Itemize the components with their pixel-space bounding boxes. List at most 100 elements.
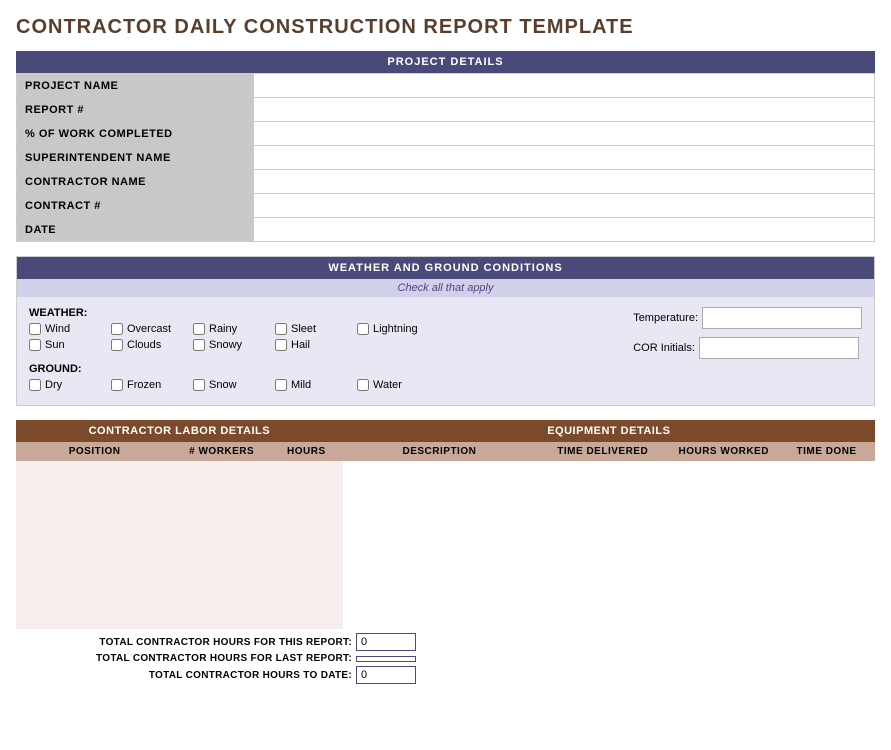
- labor-workers-cell[interactable]: [173, 533, 270, 557]
- temperature-input[interactable]: [702, 307, 862, 329]
- equip-worked-cell[interactable]: [669, 485, 778, 509]
- col-time-delivered: TIME DELIVERED: [536, 442, 669, 461]
- weather-item[interactable]: Clouds: [111, 339, 181, 351]
- weather-checkbox[interactable]: [111, 379, 123, 391]
- weather-item[interactable]: Sleet: [275, 323, 345, 335]
- project-field-value[interactable]: [254, 170, 875, 194]
- labor-workers-cell[interactable]: [173, 581, 270, 605]
- weather-checkbox[interactable]: [29, 323, 41, 335]
- labor-hours-cell[interactable]: [270, 557, 343, 581]
- project-field-value[interactable]: [254, 122, 875, 146]
- equip-desc-cell[interactable]: [343, 533, 537, 557]
- labor-position-cell[interactable]: [16, 533, 173, 557]
- equip-delivered-cell[interactable]: [536, 533, 669, 557]
- labor-position-cell[interactable]: [16, 509, 173, 533]
- table-row: [16, 509, 875, 533]
- equip-worked-cell[interactable]: [669, 557, 778, 581]
- labor-hours-cell[interactable]: [270, 581, 343, 605]
- equip-delivered-cell[interactable]: [536, 509, 669, 533]
- equip-done-cell[interactable]: [778, 509, 875, 533]
- equip-done-cell[interactable]: [778, 461, 875, 485]
- equip-delivered-cell[interactable]: [536, 485, 669, 509]
- equip-done-cell[interactable]: [778, 581, 875, 605]
- weather-checkbox[interactable]: [29, 339, 41, 351]
- labor-hours-cell[interactable]: [270, 509, 343, 533]
- equip-done-cell[interactable]: [778, 533, 875, 557]
- weather-item[interactable]: Mild: [275, 379, 345, 391]
- weather-item[interactable]: Frozen: [111, 379, 181, 391]
- totals-row: TOTAL CONTRACTOR HOURS FOR LAST REPORT:: [16, 653, 416, 664]
- labor-workers-cell[interactable]: [173, 605, 270, 629]
- weather-checkbox[interactable]: [357, 323, 369, 335]
- weather-option-label: Rainy: [209, 323, 237, 335]
- equip-done-cell[interactable]: [778, 485, 875, 509]
- labor-workers-cell[interactable]: [173, 485, 270, 509]
- labor-position-cell[interactable]: [16, 485, 173, 509]
- labor-hours-cell[interactable]: [270, 533, 343, 557]
- weather-checkbox[interactable]: [111, 323, 123, 335]
- cor-label: COR Initials:: [633, 342, 695, 354]
- weather-section: WEATHER AND GROUND CONDITIONS Check all …: [16, 256, 875, 406]
- labor-position-cell[interactable]: [16, 461, 173, 485]
- project-row: DATE: [17, 218, 875, 242]
- weather-checkbox[interactable]: [193, 339, 205, 351]
- weather-item[interactable]: Rainy: [193, 323, 263, 335]
- cor-initials-input[interactable]: [699, 337, 859, 359]
- project-row: CONTRACTOR NAME: [17, 170, 875, 194]
- labor-workers-cell[interactable]: [173, 509, 270, 533]
- weather-checkbox[interactable]: [111, 339, 123, 351]
- project-field-value[interactable]: [254, 194, 875, 218]
- weather-checkbox[interactable]: [275, 339, 287, 351]
- equip-done-cell[interactable]: [778, 605, 875, 629]
- labor-hours-cell[interactable]: [270, 461, 343, 485]
- equip-desc-cell[interactable]: [343, 557, 537, 581]
- weather-item[interactable]: Snow: [193, 379, 263, 391]
- weather-checkbox[interactable]: [275, 323, 287, 335]
- labor-position-cell[interactable]: [16, 605, 173, 629]
- weather-item[interactable]: Snowy: [193, 339, 263, 351]
- project-field-value[interactable]: [254, 98, 875, 122]
- project-field-value[interactable]: [254, 146, 875, 170]
- weather-checkbox[interactable]: [357, 379, 369, 391]
- project-details-header: PROJECT DETAILS: [16, 51, 875, 73]
- labor-workers-cell[interactable]: [173, 557, 270, 581]
- equip-delivered-cell[interactable]: [536, 461, 669, 485]
- equip-desc-cell[interactable]: [343, 485, 537, 509]
- equip-worked-cell[interactable]: [669, 581, 778, 605]
- weather-option-label: Sleet: [291, 323, 316, 335]
- weather-item[interactable]: Wind: [29, 323, 99, 335]
- equip-worked-cell[interactable]: [669, 509, 778, 533]
- ground-row: Dry Frozen Snow Mild Water: [29, 379, 633, 391]
- table-row: [16, 557, 875, 581]
- equip-desc-cell[interactable]: [343, 461, 537, 485]
- weather-item[interactable]: Dry: [29, 379, 99, 391]
- project-field-value[interactable]: [254, 74, 875, 98]
- equip-worked-cell[interactable]: [669, 533, 778, 557]
- weather-checkbox[interactable]: [193, 379, 205, 391]
- equip-done-cell[interactable]: [778, 557, 875, 581]
- weather-item[interactable]: Hail: [275, 339, 345, 351]
- weather-item[interactable]: Lightning: [357, 323, 427, 335]
- weather-item[interactable]: Water: [357, 379, 427, 391]
- labor-workers-cell[interactable]: [173, 461, 270, 485]
- weather-checkbox[interactable]: [275, 379, 287, 391]
- equip-desc-cell[interactable]: [343, 605, 537, 629]
- equip-desc-cell[interactable]: [343, 509, 537, 533]
- labor-hours-cell[interactable]: [270, 485, 343, 509]
- weather-item[interactable]: Overcast: [111, 323, 181, 335]
- equip-delivered-cell[interactable]: [536, 605, 669, 629]
- equip-worked-cell[interactable]: [669, 605, 778, 629]
- project-field-value[interactable]: [254, 218, 875, 242]
- labor-position-cell[interactable]: [16, 581, 173, 605]
- equip-delivered-cell[interactable]: [536, 581, 669, 605]
- weather-checkbox[interactable]: [193, 323, 205, 335]
- labor-position-cell[interactable]: [16, 557, 173, 581]
- labor-hours-cell[interactable]: [270, 605, 343, 629]
- weather-checkbox[interactable]: [29, 379, 41, 391]
- equipment-header: EQUIPMENT DETAILS: [343, 420, 875, 442]
- weather-row-1: Wind Overcast Rainy Sleet Lightning: [29, 323, 633, 335]
- weather-item[interactable]: Sun: [29, 339, 99, 351]
- equip-desc-cell[interactable]: [343, 581, 537, 605]
- equip-delivered-cell[interactable]: [536, 557, 669, 581]
- equip-worked-cell[interactable]: [669, 461, 778, 485]
